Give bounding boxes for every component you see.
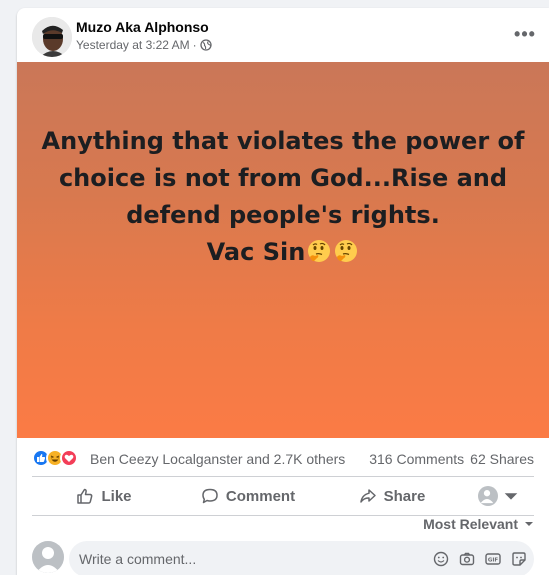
post-header: Muzo Aka Alphonso Yesterday at 3:22 AM ·… — [17, 8, 549, 62]
emoji-icon[interactable] — [433, 551, 449, 567]
post-meta: Yesterday at 3:22 AM · — [76, 38, 212, 52]
comment-label: Comment — [225, 487, 296, 505]
user-avatar-small — [478, 486, 498, 506]
globe-icon — [199, 39, 212, 51]
comment-sort-dropdown[interactable]: Most Relevant — [423, 516, 534, 532]
sticker-icon[interactable] — [511, 551, 527, 567]
more-options-button[interactable]: ••• — [511, 22, 539, 46]
meta-separator: · — [192, 38, 197, 52]
camera-icon[interactable] — [459, 551, 475, 567]
like-button[interactable]: Like — [32, 479, 176, 513]
post-text-line: Vac Sin — [17, 234, 549, 271]
share-icon — [359, 489, 376, 503]
svg-text:GIF: GIF — [488, 557, 499, 563]
comment-tools: GIF — [433, 551, 527, 567]
caret-down-icon — [504, 493, 518, 500]
current-user-avatar[interactable] — [32, 541, 64, 573]
share-label: Share — [383, 487, 426, 505]
gif-icon[interactable]: GIF — [485, 551, 501, 567]
comment-button[interactable]: Comment — [176, 479, 320, 513]
thumbs-up-icon — [77, 488, 93, 504]
sort-label: Most Relevant — [423, 516, 518, 532]
reaction-icons[interactable] — [32, 449, 78, 467]
audience-selector[interactable] — [464, 479, 534, 513]
share-button[interactable]: Share — [320, 479, 464, 513]
reaction-summary[interactable]: Ben Ceezy Localganster and 2.7K others — [90, 451, 345, 467]
post-card: Muzo Aka Alphonso Yesterday at 3:22 AM ·… — [17, 8, 549, 575]
post-text-line: defend people's rights. — [126, 201, 440, 229]
post-text-line: choice is not from God...Rise and — [58, 164, 508, 192]
author-name[interactable]: Muzo Aka Alphonso — [76, 19, 209, 35]
thinking-face-icon — [333, 238, 359, 264]
comment-icon — [202, 488, 218, 504]
engagement-counts: 316 Comments 62 Shares — [369, 451, 534, 467]
like-label: Like — [101, 487, 132, 505]
comment-composer: Write a comment... GIF — [17, 539, 549, 575]
post-timestamp[interactable]: Yesterday at 3:22 AM — [76, 38, 190, 52]
comments-count[interactable]: 316 Comments — [369, 451, 464, 467]
reactions-row: Ben Ceezy Localganster and 2.7K others 3… — [17, 440, 549, 476]
post-text-line: Anything that violates the power of — [41, 127, 525, 155]
shares-count[interactable]: 62 Shares — [470, 451, 534, 467]
post-text-last: Vac Sin — [206, 238, 306, 266]
action-bar: Like Comment Share — [32, 477, 534, 515]
post-text: Anything that violates the power of choi… — [17, 123, 549, 271]
caret-down-icon — [525, 522, 533, 526]
thinking-face-icon — [306, 238, 332, 264]
author-avatar[interactable] — [32, 17, 72, 57]
love-icon — [60, 449, 78, 467]
